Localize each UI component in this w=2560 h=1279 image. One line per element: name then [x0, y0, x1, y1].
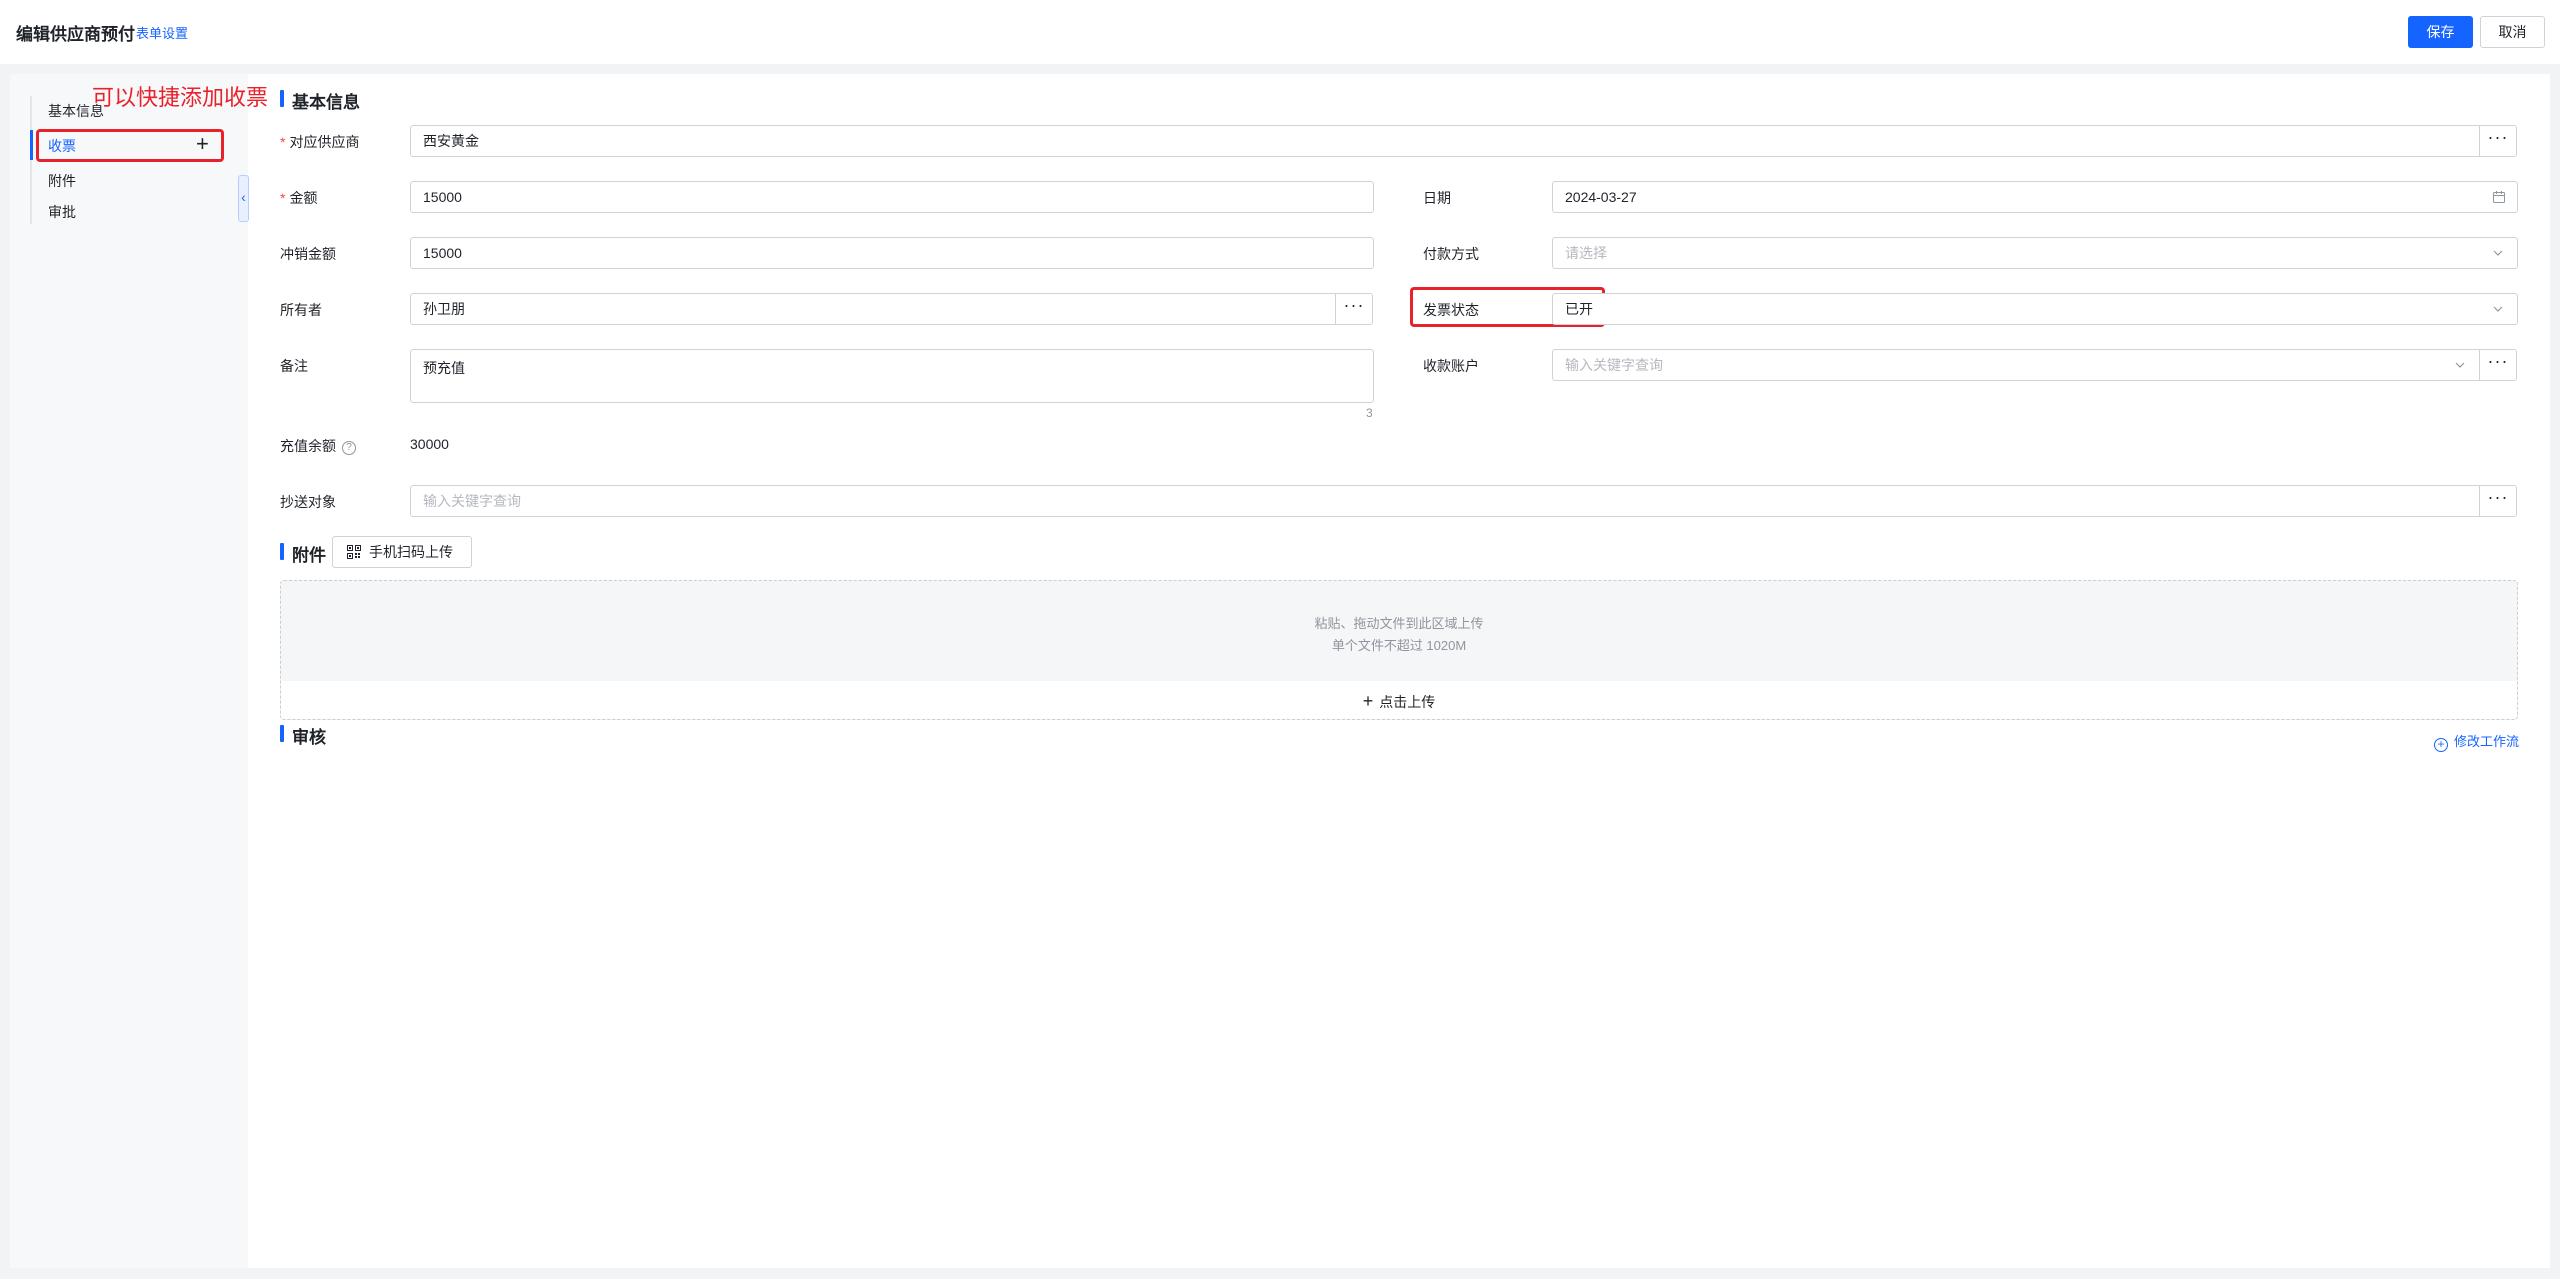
- modify-workflow-link[interactable]: + 修改工作流: [2434, 731, 2519, 752]
- cc-input[interactable]: 输入关键字查询: [410, 485, 2480, 517]
- upload-drop-zone[interactable]: 粘贴、拖动文件到此区域上传 单个文件不超过 1020M + 点击上传: [280, 580, 2518, 720]
- help-icon[interactable]: ?: [342, 441, 356, 455]
- cc-label: 抄送对象: [280, 494, 336, 510]
- remark-textarea[interactable]: 预充值: [410, 349, 1374, 403]
- annotation-text: 可以快捷添加收票: [92, 85, 269, 110]
- nav-item-approval[interactable]: 审批: [48, 202, 76, 222]
- nav-track: [30, 96, 32, 224]
- payment-method-select[interactable]: 请选择: [1552, 237, 2518, 269]
- chevron-down-icon: [2455, 362, 2465, 368]
- supplier-label: * 对应供应商: [280, 134, 360, 150]
- more-icon[interactable]: ···: [2479, 125, 2517, 157]
- upload-size-limit: 单个文件不超过 1020M: [1331, 638, 1467, 653]
- calendar-icon: [2493, 191, 2505, 203]
- offset-amount-label: 冲销金额: [280, 246, 336, 262]
- chevron-left-icon[interactable]: ‹: [238, 175, 249, 222]
- chevron-down-icon: [2493, 250, 2503, 256]
- cancel-button[interactable]: 取消: [2480, 16, 2545, 48]
- balance-label: 充值余额?: [280, 436, 356, 456]
- chevron-down-icon: [2493, 306, 2503, 312]
- add-circle-icon: +: [2434, 738, 2448, 752]
- offset-amount-input[interactable]: 15000: [410, 237, 1374, 269]
- date-label: 日期: [1423, 190, 1451, 206]
- remark-label: 备注: [280, 358, 308, 374]
- receiving-account-label: 收款账户: [1423, 358, 1479, 374]
- owner-input[interactable]: 孙卫朋: [410, 293, 1336, 325]
- supplier-input[interactable]: 西安黄金: [410, 125, 2480, 157]
- section-review: 审核: [280, 723, 326, 748]
- payment-method-label: 付款方式: [1423, 246, 1479, 262]
- top-bar: 编辑供应商预付 表单设置 保存 取消: [0, 0, 2560, 64]
- invoice-status-label: 发票状态: [1423, 302, 1479, 318]
- section-attachment: 附件: [280, 541, 326, 566]
- receiving-account-input[interactable]: 输入关键字查询: [1552, 349, 2480, 381]
- qr-code-icon: [347, 545, 361, 559]
- page-title: 编辑供应商预付: [16, 25, 135, 44]
- owner-label: 所有者: [280, 302, 322, 318]
- more-icon[interactable]: ···: [2479, 485, 2517, 517]
- more-icon[interactable]: ···: [2479, 349, 2517, 381]
- section-basic-info: 基本信息: [280, 88, 360, 113]
- remark-char-count: 3: [1366, 406, 1373, 420]
- nav-active-indicator: [30, 130, 33, 160]
- upload-hint-text: 粘贴、拖动文件到此区域上传: [1314, 616, 1484, 631]
- save-button[interactable]: 保存: [2408, 16, 2473, 48]
- date-input[interactable]: 2024-03-27: [1552, 181, 2518, 213]
- amount-label: * 金额: [280, 190, 318, 206]
- form-settings-link[interactable]: 表单设置: [136, 23, 188, 42]
- scan-upload-button[interactable]: 手机扫码上传: [332, 536, 472, 568]
- click-upload-button[interactable]: + 点击上传: [281, 681, 2517, 719]
- annotation-box-nav: [36, 129, 224, 162]
- nav-item-attachment[interactable]: 附件: [48, 171, 76, 191]
- balance-value: 30000: [410, 436, 449, 452]
- left-nav: [10, 74, 248, 1268]
- more-icon[interactable]: ···: [1335, 293, 1373, 325]
- amount-input[interactable]: 15000: [410, 181, 1374, 213]
- invoice-status-select[interactable]: 已开: [1552, 293, 2518, 325]
- plus-icon: +: [1362, 691, 1374, 711]
